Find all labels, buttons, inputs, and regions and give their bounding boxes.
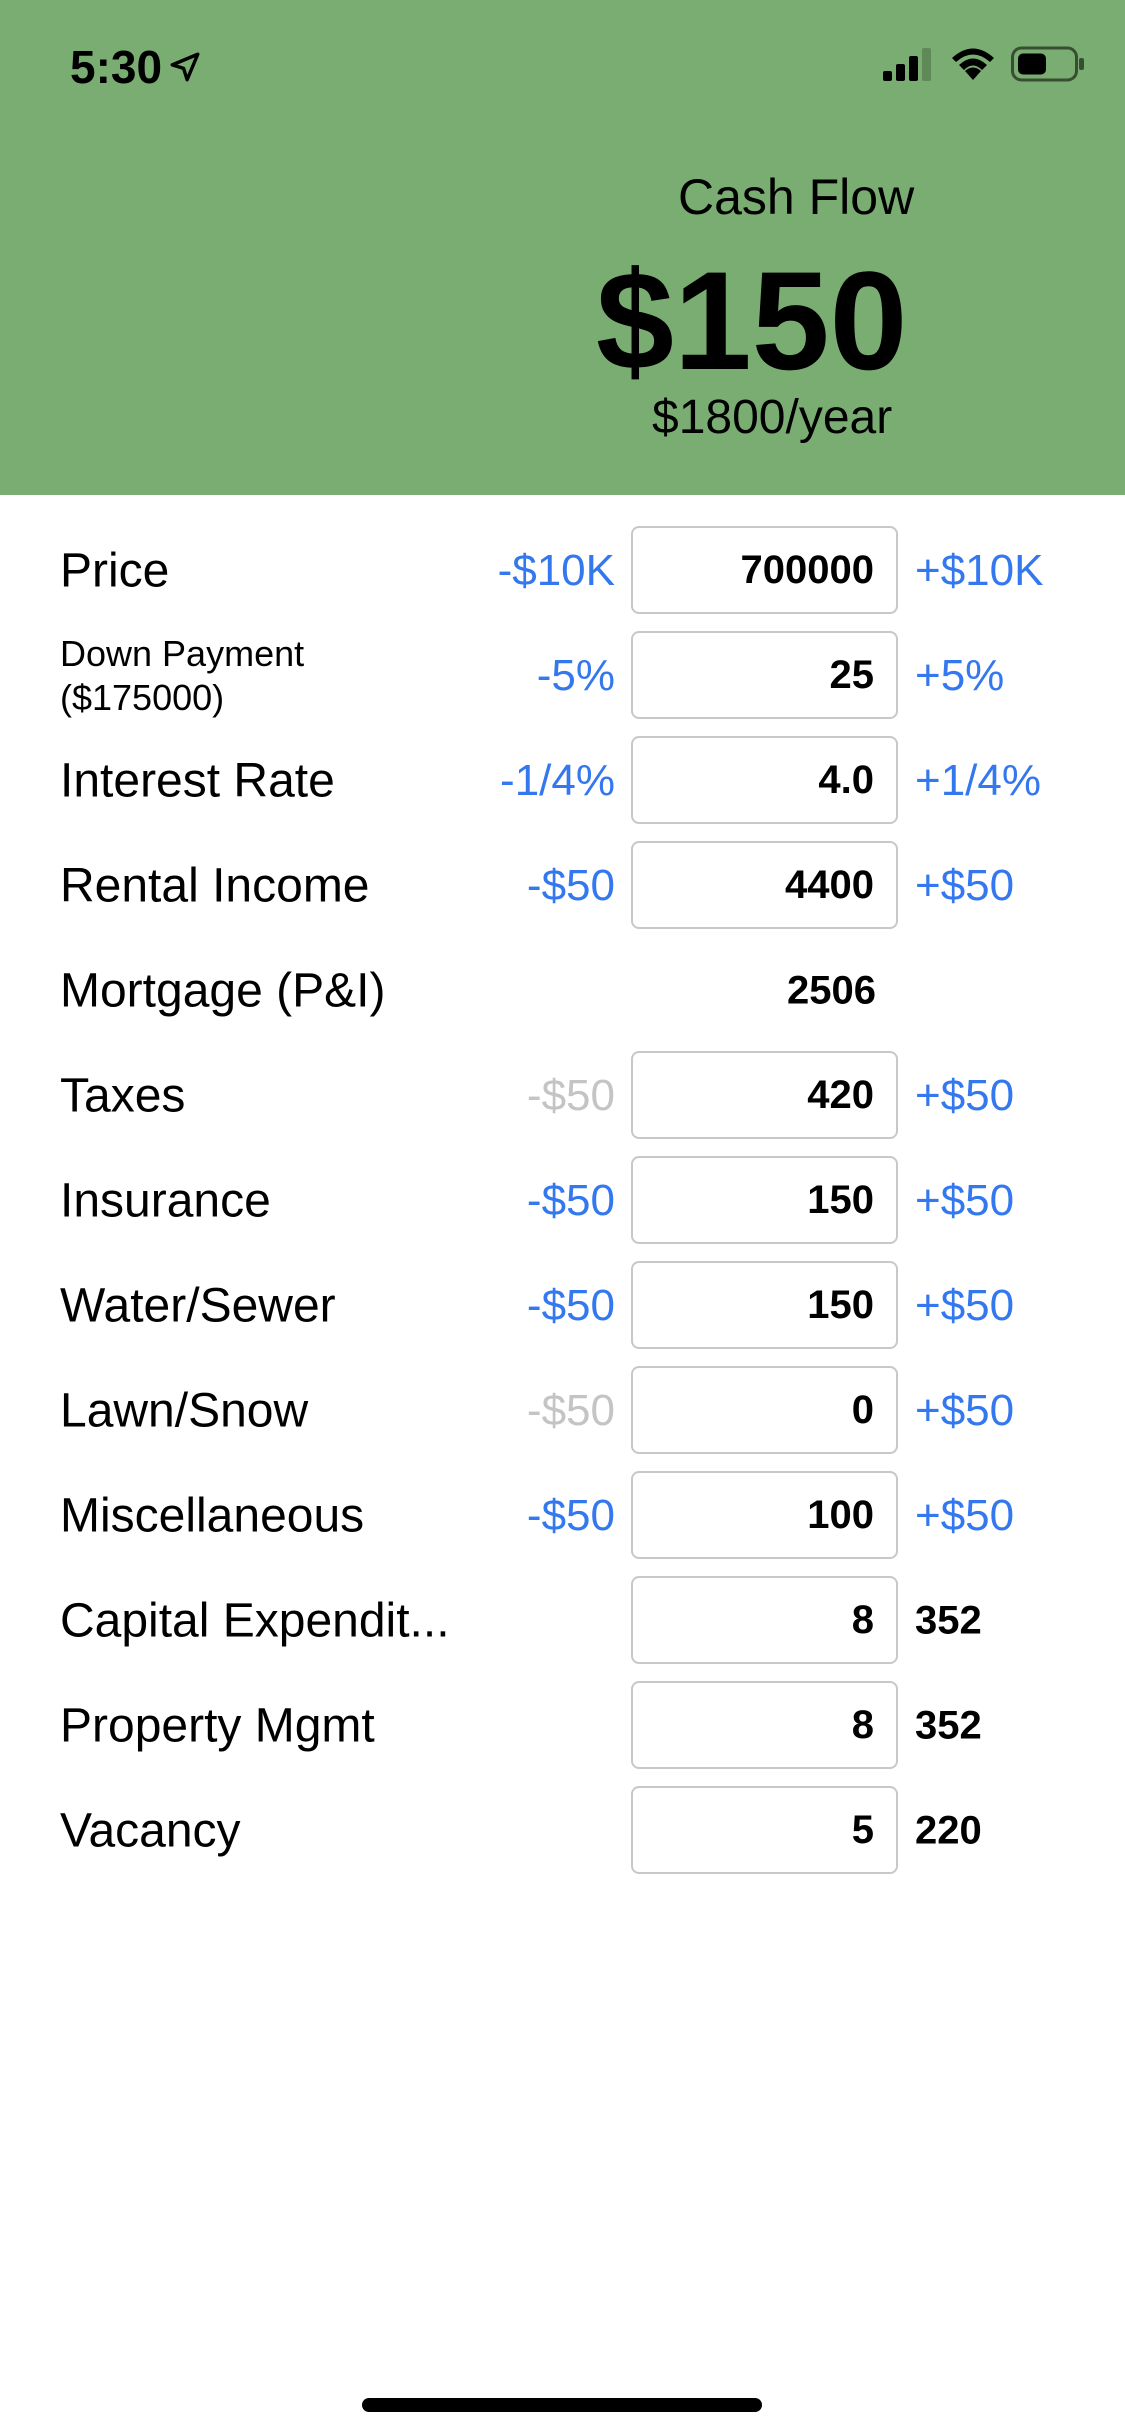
insurance-increase-button[interactable]: +$50	[915, 1176, 1014, 1226]
miscellaneous-increase-button[interactable]: +$50	[915, 1491, 1014, 1541]
lawn-snow-increase-button[interactable]: +$50	[915, 1386, 1014, 1436]
status-time: 5:30	[70, 40, 202, 94]
insurance-decrease-button[interactable]: -$50	[527, 1176, 615, 1226]
rental-income-input[interactable]: 4400	[631, 841, 898, 929]
row-capital-expenditures: Capital Expendit... 8 352	[0, 1576, 1125, 1666]
row-water-sewer: Water/Sewer -$50 150 +$50	[0, 1261, 1125, 1351]
interest-rate-increase-button[interactable]: +1/4%	[915, 756, 1041, 806]
vacancy-label: Vacancy	[60, 1804, 241, 1858]
time-text: 5:30	[70, 41, 163, 93]
row-property-mgmt: Property Mgmt 8 352	[0, 1681, 1125, 1771]
cash-flow-title: Cash Flow	[678, 169, 915, 225]
cash-flow-yearly: $1800/year	[652, 391, 893, 444]
capital-expenditures-amount: 352	[915, 1598, 982, 1643]
row-lawn-snow: Lawn/Snow -$50 0 +$50	[0, 1366, 1125, 1456]
water-sewer-increase-button[interactable]: +$50	[915, 1281, 1014, 1331]
row-taxes: Taxes -$50 420 +$50	[0, 1051, 1125, 1141]
row-rental-income: Rental Income -$50 4400 +$50	[0, 841, 1125, 931]
miscellaneous-label: Miscellaneous	[60, 1489, 365, 1543]
lawn-snow-input[interactable]: 0	[631, 1366, 898, 1454]
vacancy-input[interactable]: 5	[631, 1786, 898, 1874]
row-mortgage: Mortgage (P&I) 2506	[0, 946, 1125, 1036]
row-down-payment: Down Payment ($175000) -5% 25 +5%	[0, 631, 1125, 721]
insurance-label: Insurance	[60, 1174, 271, 1228]
cash-flow-amount: $150	[596, 242, 908, 399]
mortgage-value: 2506	[787, 968, 876, 1013]
capital-expenditures-label: Capital Expendit...	[60, 1594, 450, 1648]
capital-expenditures-input[interactable]: 8	[631, 1576, 898, 1664]
taxes-label: Taxes	[60, 1069, 186, 1123]
wifi-icon	[952, 48, 994, 80]
property-mgmt-label: Property Mgmt	[60, 1699, 375, 1753]
insurance-input[interactable]: 150	[631, 1156, 898, 1244]
row-vacancy: Vacancy 5 220	[0, 1786, 1125, 1876]
property-mgmt-input[interactable]: 8	[631, 1681, 898, 1769]
interest-rate-input[interactable]: 4.0	[631, 736, 898, 824]
cash-flow-header: 5:30 Cash Flow $150 $1800/year	[0, 0, 1125, 495]
down-payment-label-line1: Down Payment	[60, 633, 305, 674]
rental-income-decrease-button[interactable]: -$50	[527, 861, 615, 911]
mortgage-label: Mortgage (P&I)	[60, 964, 386, 1018]
lawn-snow-decrease-button[interactable]: -$50	[527, 1386, 615, 1436]
price-input[interactable]: 700000	[631, 526, 898, 614]
down-payment-decrease-button[interactable]: -5%	[537, 651, 615, 701]
price-label: Price	[60, 544, 170, 598]
interest-rate-decrease-button[interactable]: -1/4%	[500, 756, 615, 806]
price-decrease-button[interactable]: -$10K	[498, 546, 615, 596]
taxes-decrease-button[interactable]: -$50	[527, 1071, 615, 1121]
row-insurance: Insurance -$50 150 +$50	[0, 1156, 1125, 1246]
taxes-increase-button[interactable]: +$50	[915, 1071, 1014, 1121]
location-arrow-icon	[170, 52, 200, 82]
row-interest-rate: Interest Rate -1/4% 4.0 +1/4%	[0, 736, 1125, 826]
row-miscellaneous: Miscellaneous -$50 100 +$50	[0, 1471, 1125, 1561]
down-payment-input[interactable]: 25	[631, 631, 898, 719]
miscellaneous-input[interactable]: 100	[631, 1471, 898, 1559]
cellular-signal-icon	[883, 48, 931, 81]
rental-income-label: Rental Income	[60, 859, 370, 913]
interest-rate-label: Interest Rate	[60, 754, 335, 808]
miscellaneous-decrease-button[interactable]: -$50	[527, 1491, 615, 1541]
water-sewer-label: Water/Sewer	[60, 1279, 336, 1333]
vacancy-amount: 220	[915, 1808, 982, 1853]
lawn-snow-label: Lawn/Snow	[60, 1384, 309, 1438]
row-price: Price -$10K 700000 +$10K	[0, 526, 1125, 616]
down-payment-label: Down Payment ($175000)	[60, 632, 304, 720]
taxes-input[interactable]: 420	[631, 1051, 898, 1139]
water-sewer-input[interactable]: 150	[631, 1261, 898, 1349]
property-mgmt-amount: 352	[915, 1703, 982, 1748]
water-sewer-decrease-button[interactable]: -$50	[527, 1281, 615, 1331]
rental-income-increase-button[interactable]: +$50	[915, 861, 1014, 911]
home-indicator[interactable]	[362, 2398, 762, 2412]
price-increase-button[interactable]: +$10K	[915, 546, 1043, 596]
battery-icon	[1011, 46, 1084, 82]
status-icons	[883, 46, 1085, 82]
down-payment-amount: ($175000)	[60, 677, 225, 718]
down-payment-increase-button[interactable]: +5%	[915, 651, 1004, 701]
